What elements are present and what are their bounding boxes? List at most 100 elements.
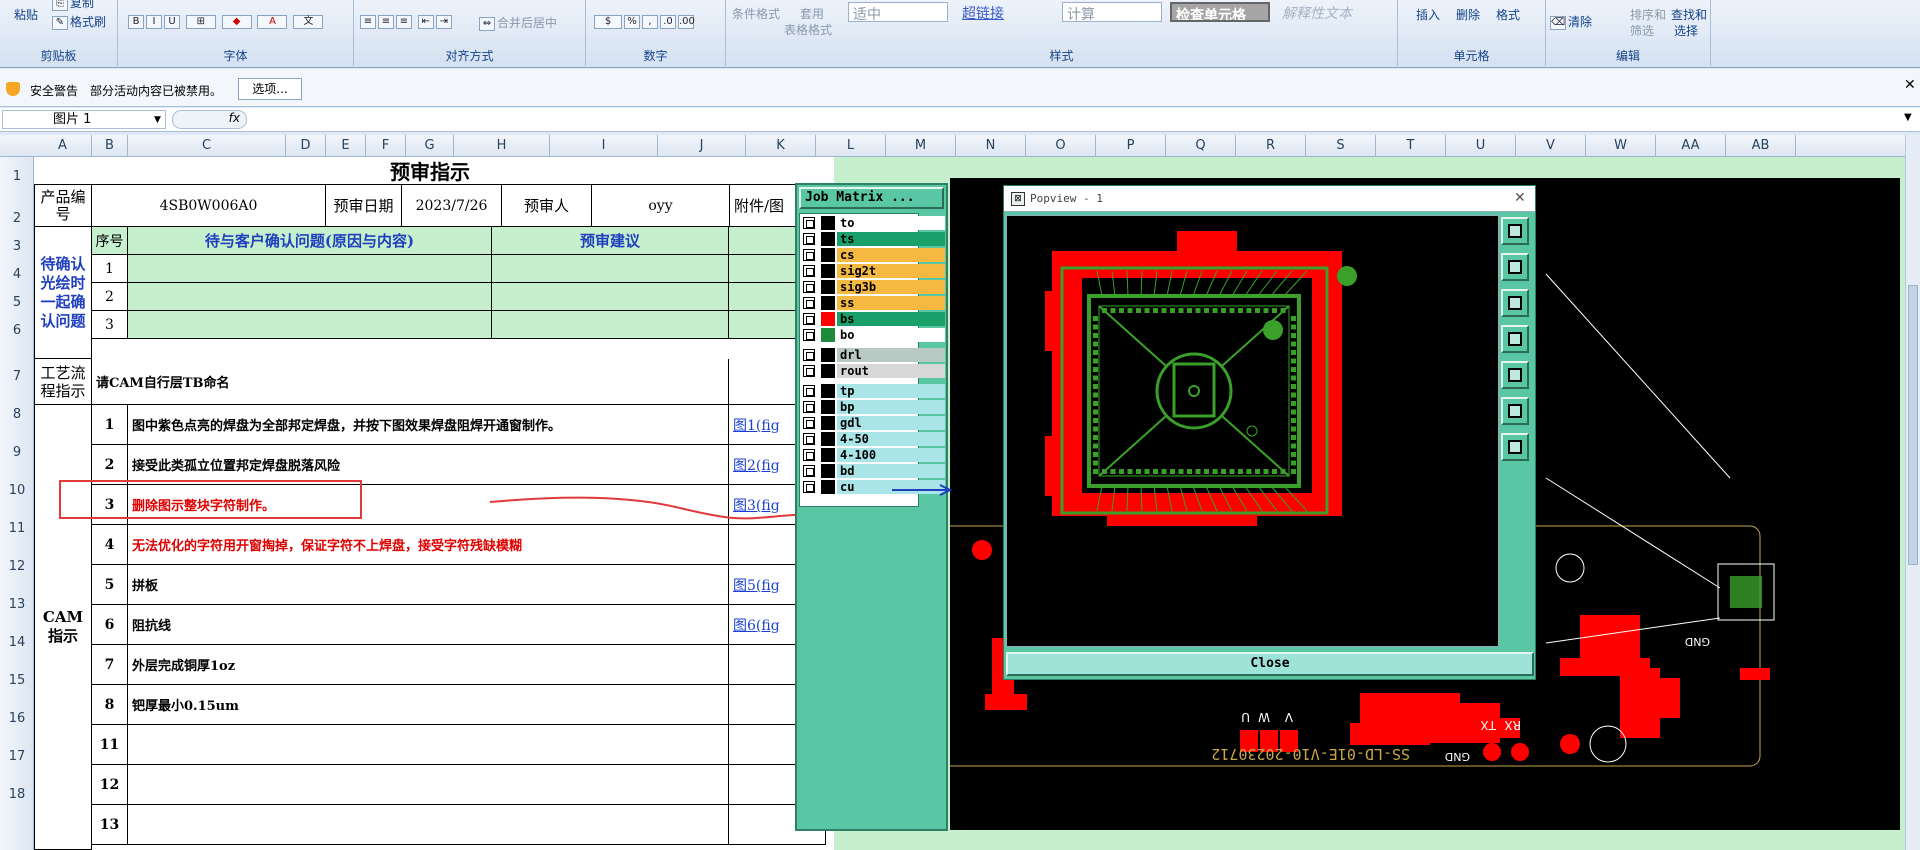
row-header[interactable]: 12 (0, 559, 34, 574)
process-text[interactable]: 请CAM自行层TB命名 (92, 359, 729, 405)
options-button[interactable]: 选项... (238, 78, 302, 100)
expand-formula-icon[interactable]: ▼ (1904, 112, 1912, 123)
layer-checkbox[interactable] (803, 417, 815, 429)
align-left-icon[interactable]: ≡ (360, 14, 376, 29)
column-header[interactable]: U (1446, 135, 1516, 157)
scroll-thumb[interactable] (1908, 285, 1918, 565)
zoom-area-icon[interactable] (1501, 397, 1529, 425)
column-header[interactable]: O (1026, 135, 1096, 157)
row-header[interactable]: 2 (0, 211, 34, 226)
column-header[interactable]: M (886, 135, 956, 157)
column-header[interactable]: K (746, 135, 816, 157)
table-format-button[interactable]: 套用 (800, 5, 824, 22)
column-header[interactable]: P (1096, 135, 1166, 157)
layer-checkbox[interactable] (803, 281, 815, 293)
currency-icon[interactable]: $ (594, 14, 622, 29)
close-button[interactable]: Close (1006, 652, 1534, 676)
font-format-buttons[interactable]: BIU ⊞ ◆ A 文 (128, 14, 325, 29)
popview-canvas[interactable] (1006, 215, 1499, 647)
format-painter-button[interactable]: ✎ 格式刷 (52, 13, 106, 30)
layer-checkbox[interactable] (803, 365, 815, 377)
column-header[interactable]: C (128, 135, 286, 157)
underline-icon[interactable]: U (164, 14, 180, 29)
column-header[interactable]: T (1376, 135, 1446, 157)
row-header[interactable]: 10 (0, 483, 34, 498)
column-header[interactable]: I (550, 135, 658, 157)
bold-icon[interactable]: B (128, 14, 144, 29)
zoom-fit-icon[interactable] (1501, 217, 1529, 245)
cam-row-text[interactable]: 接受此类孤立位置邦定焊盘脱落风险 (128, 445, 729, 485)
row-header[interactable]: 16 (0, 711, 34, 726)
row-header[interactable]: 7 (0, 369, 34, 384)
layer-checkbox[interactable] (803, 449, 815, 461)
align-buttons[interactable]: ≡ ≡ ≡ ⇤ ⇥ (360, 14, 454, 29)
italic-icon[interactable]: I (146, 14, 162, 29)
cam-row-text[interactable] (128, 805, 729, 845)
column-header[interactable]: R (1236, 135, 1306, 157)
style-neutral[interactable]: 适中 (848, 2, 948, 22)
row-header[interactable]: 6 (0, 323, 34, 338)
formula-input[interactable] (250, 110, 1904, 129)
confirm-row-issue[interactable] (128, 283, 492, 311)
cam-row-text[interactable]: 外层完成铜厚1oz (128, 645, 729, 685)
decimal-decrease-icon[interactable]: .00 (678, 14, 695, 29)
column-header[interactable]: H (454, 135, 550, 157)
product-code[interactable]: 4SB0W006A0 (92, 185, 326, 227)
zoom-in-icon[interactable] (1501, 253, 1529, 281)
delete-button[interactable]: 删除 (1456, 6, 1480, 23)
column-header[interactable]: L (816, 135, 886, 157)
confirm-row-issue[interactable] (128, 311, 492, 339)
column-header[interactable]: AA (1656, 135, 1726, 157)
row-header[interactable]: 14 (0, 635, 34, 650)
cam-row-text[interactable]: 拼板 (128, 565, 729, 605)
row-header[interactable]: 18 (0, 787, 34, 802)
cam-row-text[interactable]: 钯厚最小0.15um (128, 685, 729, 725)
layer-checkbox[interactable] (803, 217, 815, 229)
style-hyperlink[interactable]: 超链接 (958, 2, 1058, 22)
row-header[interactable]: 1 (0, 169, 34, 184)
job-matrix-title[interactable]: Job Matrix ... (799, 187, 944, 209)
column-header[interactable]: B (92, 135, 128, 157)
row-header[interactable]: 9 (0, 445, 34, 460)
layer-checkbox[interactable] (803, 465, 815, 477)
row-header[interactable]: 3 (0, 239, 34, 254)
layer-checkbox[interactable] (803, 433, 815, 445)
font-color-icon[interactable]: A (257, 14, 288, 29)
column-header[interactable]: F (366, 135, 406, 157)
conditional-format-button[interactable]: 条件格式 (732, 5, 780, 22)
confirm-row-advice[interactable] (492, 283, 729, 311)
format-button[interactable]: 格式 (1496, 6, 1520, 23)
style-explanatory[interactable]: 解释性文本 (1278, 2, 1378, 22)
percent-icon[interactable]: % (624, 14, 640, 29)
row-header[interactable]: 8 (0, 407, 34, 422)
confirm-row-advice[interactable] (492, 255, 729, 283)
layer-checkbox[interactable] (803, 349, 815, 361)
fx-button[interactable]: fx (172, 110, 247, 129)
fill-color-icon[interactable]: ◆ (221, 14, 252, 29)
align-center-icon[interactable]: ≡ (378, 14, 394, 29)
measure-icon[interactable] (1501, 433, 1529, 461)
cam-row-text[interactable]: 阻抗线 (128, 605, 729, 645)
column-header[interactable]: E (326, 135, 366, 157)
column-header[interactable]: S (1306, 135, 1376, 157)
layer-checkbox[interactable] (803, 297, 815, 309)
row-header[interactable]: 5 (0, 295, 34, 310)
layer-checkbox[interactable] (803, 249, 815, 261)
style-check-cell[interactable]: 检查单元格 (1170, 2, 1270, 22)
reviewer-value[interactable]: oyy (592, 185, 730, 227)
paste-button[interactable]: 粘贴 (14, 6, 38, 23)
column-header[interactable]: J (658, 135, 746, 157)
column-header[interactable]: G (406, 135, 454, 157)
copy-button[interactable]: ⎘ 复制 (52, 0, 94, 11)
row-header[interactable]: 4 (0, 267, 34, 282)
cam-row-text[interactable]: 图中紫色点亮的焊盘为全部邦定焊盘，并按下图效果焊盘阻焊开通窗制作。 (128, 405, 729, 445)
column-header[interactable]: V (1516, 135, 1586, 157)
vertical-scrollbar[interactable] (1905, 135, 1920, 850)
style-calculation[interactable]: 计算 (1062, 2, 1162, 22)
column-header[interactable]: D (286, 135, 326, 157)
zoom-out-icon[interactable] (1501, 289, 1529, 317)
indent-decrease-icon[interactable]: ⇤ (417, 14, 434, 29)
insert-button[interactable]: 插入 (1416, 6, 1440, 23)
row-header[interactable]: 15 (0, 673, 34, 688)
cam-row-text[interactable] (128, 725, 729, 765)
